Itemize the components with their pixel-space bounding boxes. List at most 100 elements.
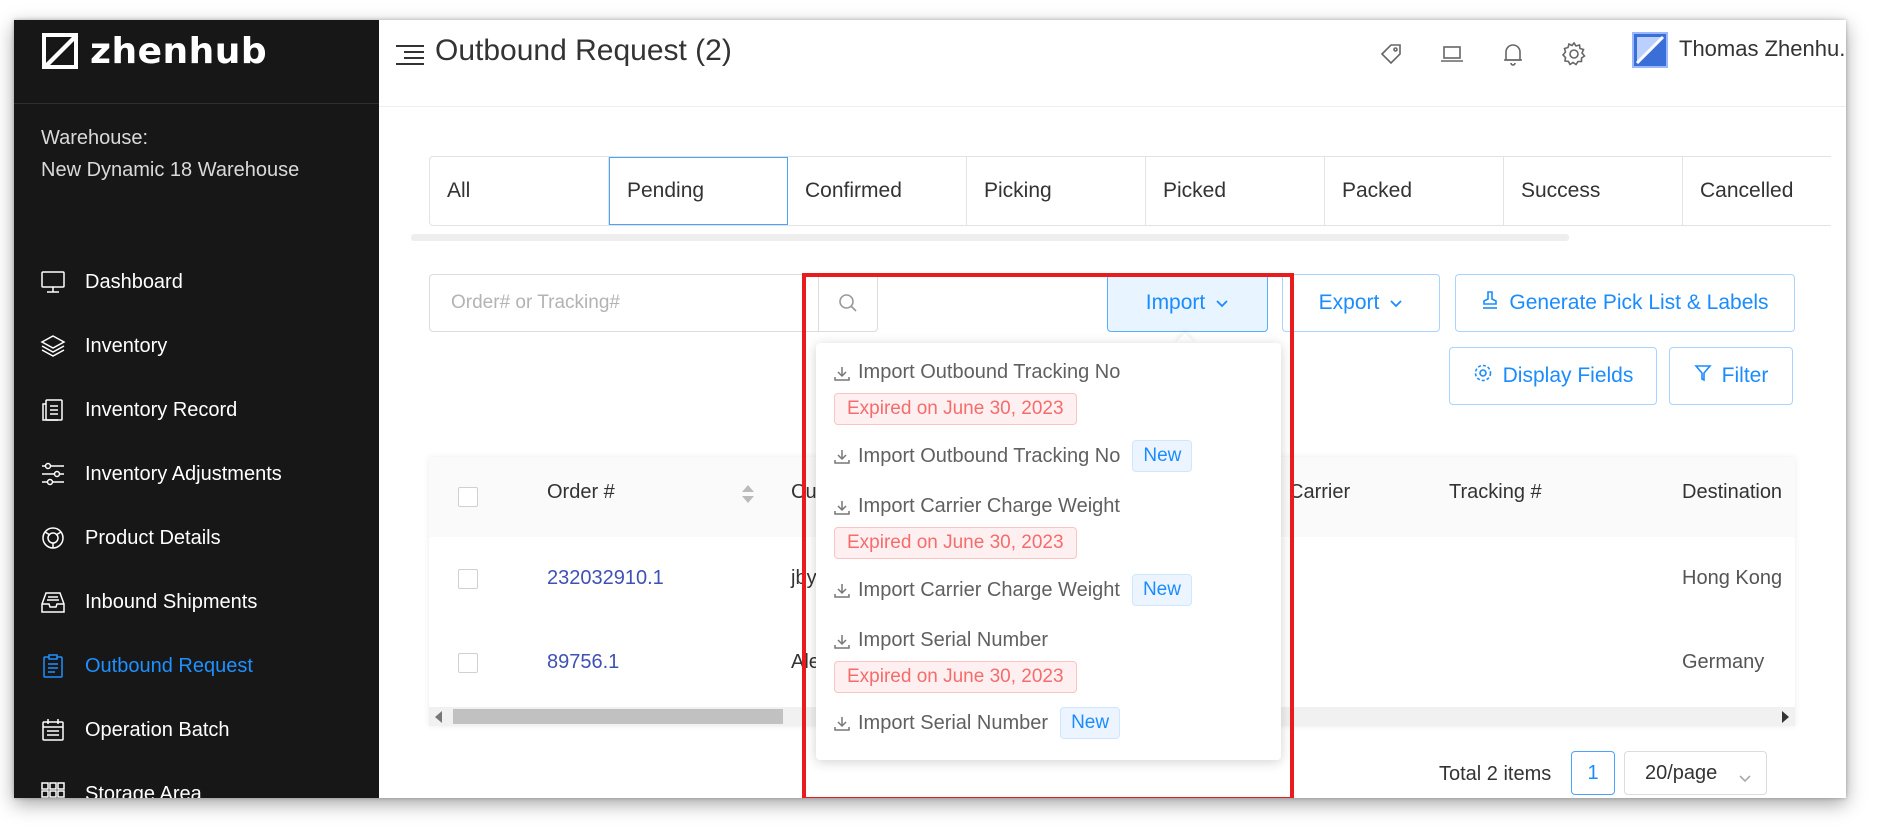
- chevron-down-icon: [1215, 291, 1229, 315]
- customer-cell: jby: [791, 567, 817, 589]
- product-icon: [39, 524, 67, 552]
- column-order[interactable]: Order #: [547, 481, 615, 504]
- inbox-icon: [39, 588, 67, 616]
- tab-all[interactable]: All: [430, 157, 609, 225]
- sidebar-item-product-details[interactable]: Product Details: [14, 506, 379, 570]
- column-destination[interactable]: Destination: [1682, 481, 1782, 504]
- brand-logo[interactable]: zhenhub: [42, 26, 267, 76]
- status-tabs: All Pending Confirmed Picking Picked Pac…: [429, 156, 1831, 226]
- tab-success[interactable]: Success: [1504, 157, 1683, 225]
- tag-icon[interactable]: [1375, 38, 1407, 70]
- import-button-label: Import: [1145, 291, 1206, 314]
- sidebar-item-inventory-adjustments[interactable]: Inventory Adjustments: [14, 442, 379, 506]
- page-button[interactable]: 1: [1571, 751, 1615, 795]
- filter-button[interactable]: Filter: [1669, 347, 1793, 405]
- expired-tag: Expired on June 30, 2023: [834, 393, 1077, 425]
- tab-packed[interactable]: Packed: [1325, 157, 1504, 225]
- menu-item-label: Import Outbound Tracking No: [858, 444, 1121, 467]
- download-icon: [834, 633, 850, 649]
- menu-item-label: Import Serial Number: [858, 629, 1049, 651]
- menu-item-label: Import Outbound Tracking No: [858, 361, 1121, 383]
- sidebar-item-label: Inventory Record: [85, 398, 238, 421]
- tab-picked[interactable]: Picked: [1146, 157, 1325, 225]
- row-checkbox[interactable]: [458, 653, 478, 673]
- import-button[interactable]: Import: [1107, 274, 1268, 332]
- download-icon: [834, 365, 850, 381]
- import-dropdown-menu: Import Outbound Tracking No Expired on J…: [816, 343, 1281, 760]
- sidebar-item-inventory[interactable]: Inventory: [14, 314, 379, 378]
- user-name[interactable]: Thomas Zhenhu..: [1679, 36, 1846, 62]
- display-fields-button[interactable]: Display Fields: [1449, 347, 1657, 405]
- tabs-scrollbar[interactable]: [411, 234, 1569, 241]
- sort-icon[interactable]: [741, 483, 755, 510]
- grid-icon: [39, 780, 67, 798]
- display-fields-label: Display Fields: [1502, 364, 1634, 387]
- scroll-left-icon[interactable]: [435, 711, 442, 723]
- clipboard-icon: [39, 652, 67, 680]
- avatar[interactable]: [1632, 32, 1668, 68]
- row-checkbox[interactable]: [458, 569, 478, 589]
- menu-toggle-icon[interactable]: [396, 44, 424, 71]
- sidebar-item-label: Inventory Adjustments: [85, 462, 282, 485]
- search-box: [429, 274, 878, 332]
- download-icon: [834, 448, 850, 464]
- scroll-right-icon[interactable]: [1782, 711, 1789, 723]
- gear-icon[interactable]: [1558, 38, 1590, 70]
- destination-cell: Germany: [1682, 651, 1765, 673]
- destination-cell: Hong Kong: [1682, 567, 1783, 589]
- tab-cancelled[interactable]: Cancelled: [1683, 157, 1846, 225]
- sidebar-item-operation-batch[interactable]: Operation Batch: [14, 698, 379, 762]
- menu-item-label: Import Serial Number: [858, 711, 1049, 734]
- search-input[interactable]: [430, 275, 822, 331]
- menu-item-import-weight-expired[interactable]: Import Carrier Charge Weight: [834, 495, 1120, 518]
- sidebar-item-storage-area[interactable]: Storage Area: [14, 762, 379, 798]
- download-icon: [834, 582, 850, 598]
- sidebar-item-label: Outbound Request: [85, 654, 253, 677]
- menu-item-label: Import Carrier Charge Weight: [858, 578, 1120, 601]
- column-carrier[interactable]: Carrier: [1289, 481, 1350, 504]
- laptop-icon[interactable]: [1436, 38, 1468, 70]
- tab-pending[interactable]: Pending: [609, 157, 788, 225]
- page-title: Outbound Request (2): [435, 34, 732, 67]
- layers-icon: [39, 332, 67, 360]
- calendar-icon: [39, 716, 67, 744]
- sidebar-item-outbound-request[interactable]: Outbound Request: [14, 634, 379, 698]
- scrollbar-thumb[interactable]: [453, 709, 783, 724]
- menu-item-import-serial-expired[interactable]: Import Serial Number: [834, 629, 1048, 652]
- column-tracking[interactable]: Tracking #: [1449, 481, 1542, 504]
- tab-confirmed[interactable]: Confirmed: [788, 157, 967, 225]
- sidebar-divider: [14, 103, 379, 104]
- sliders-icon: [39, 460, 67, 488]
- warehouse-name[interactable]: New Dynamic 18 Warehouse: [41, 159, 299, 182]
- brand-name: zhenhub: [90, 30, 268, 72]
- menu-item-import-weight-new[interactable]: Import Carrier Charge Weight New: [834, 574, 1192, 606]
- tab-picking[interactable]: Picking: [967, 157, 1146, 225]
- menu-item-import-tracking-expired[interactable]: Import Outbound Tracking No: [834, 361, 1120, 384]
- menu-item-label: Import Carrier Charge Weight: [858, 495, 1120, 517]
- sidebar-item-label: Dashboard: [85, 270, 183, 293]
- sidebar-item-inventory-record[interactable]: Inventory Record: [14, 378, 379, 442]
- export-button[interactable]: Export: [1282, 274, 1440, 332]
- order-number-link[interactable]: 232032910.1: [547, 567, 664, 590]
- expired-tag: Expired on June 30, 2023: [834, 661, 1077, 693]
- gear-icon: [1473, 363, 1493, 389]
- page-size-select[interactable]: 20/page: [1624, 751, 1767, 795]
- generate-pick-list-button[interactable]: Generate Pick List & Labels: [1455, 274, 1795, 332]
- search-icon[interactable]: [818, 275, 877, 331]
- menu-item-import-serial-new[interactable]: Import Serial Number New: [834, 707, 1121, 739]
- stamp-icon: [1481, 290, 1499, 316]
- sidebar-item-label: Operation Batch: [85, 718, 230, 741]
- top-header: Outbound Request (2) Thomas Zhenhu..: [379, 20, 1846, 107]
- bell-icon[interactable]: [1497, 38, 1529, 70]
- chevron-down-icon: [1389, 291, 1403, 315]
- sidebar-item-label: Inbound Shipments: [85, 590, 258, 613]
- sidebar-item-dashboard[interactable]: Dashboard: [14, 250, 379, 314]
- sidebar: zhenhub Warehouse: New Dynamic 18 Wareho…: [14, 20, 379, 798]
- select-all-checkbox[interactable]: [458, 487, 478, 507]
- sidebar-item-inbound-shipments[interactable]: Inbound Shipments: [14, 570, 379, 634]
- record-icon: [39, 396, 67, 424]
- sidebar-item-label: Storage Area: [85, 782, 202, 799]
- menu-item-import-tracking-new[interactable]: Import Outbound Tracking No New: [834, 440, 1193, 472]
- order-number-link[interactable]: 89756.1: [547, 651, 619, 674]
- warehouse-label: Warehouse:: [41, 127, 149, 149]
